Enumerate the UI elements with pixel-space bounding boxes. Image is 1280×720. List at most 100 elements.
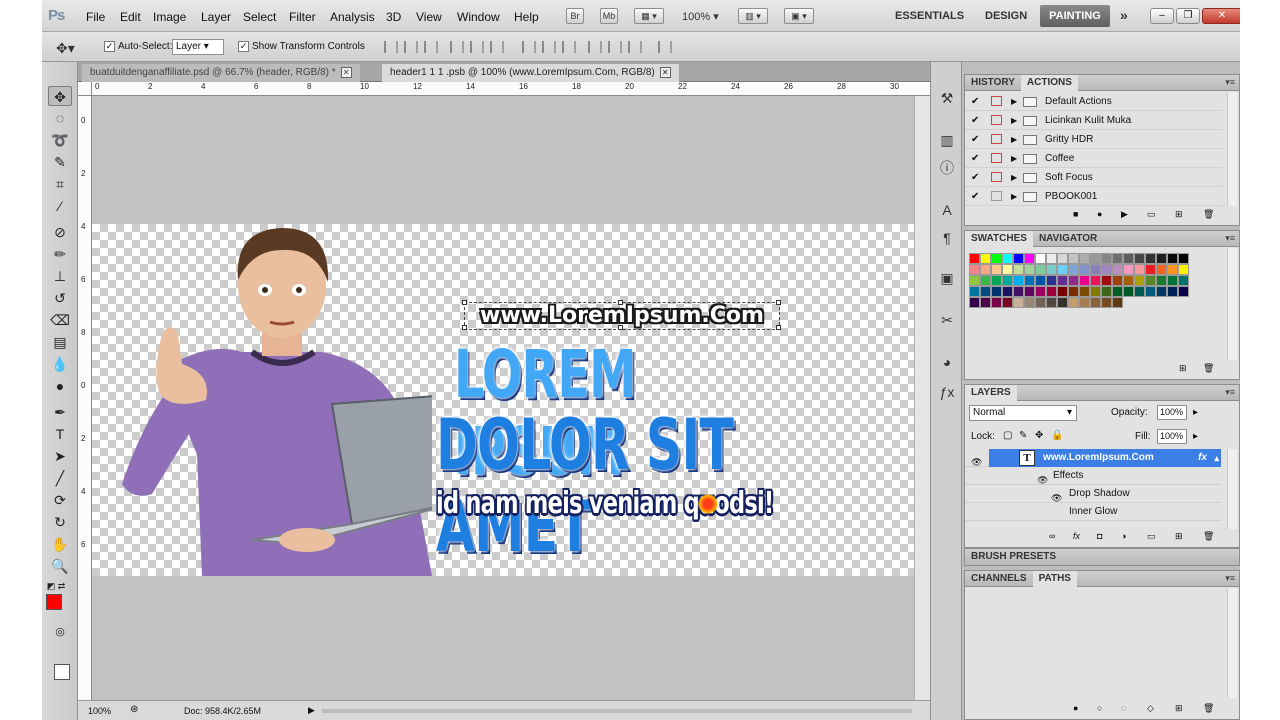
- color-swatch[interactable]: [991, 286, 1002, 297]
- color-swatch[interactable]: [1046, 264, 1057, 275]
- swatches-scrollbar[interactable]: [1227, 248, 1237, 360]
- color-swatch[interactable]: [1178, 253, 1189, 264]
- align-vcenter-icon[interactable]: [404, 41, 418, 53]
- color-swatch[interactable]: [1156, 253, 1167, 264]
- color-swatch[interactable]: [980, 253, 991, 264]
- distribute-vcenter-icon[interactable]: [542, 41, 556, 53]
- menu-help[interactable]: Help: [514, 10, 539, 24]
- ruler-top[interactable]: 0 2 4 6 8 10 12 14 16 18 20 22 24 26 28 …: [92, 82, 930, 96]
- panel-menu-icon[interactable]: ▾≡: [1225, 233, 1235, 244]
- add-mask-icon[interactable]: ◘: [1097, 531, 1102, 541]
- color-swatch[interactable]: [1101, 297, 1112, 308]
- path-select-tool-icon[interactable]: ➤: [48, 446, 72, 466]
- color-swatch[interactable]: [1057, 297, 1068, 308]
- color-swatch[interactable]: [1057, 275, 1068, 286]
- paths-scrollbar[interactable]: [1227, 588, 1237, 698]
- play-icon[interactable]: ▶: [1121, 209, 1128, 220]
- layer-effect-row[interactable]: 👁 Drop Shadow: [965, 485, 1221, 503]
- auto-align-icon[interactable]: [658, 41, 672, 53]
- new-set-icon[interactable]: ▭: [1147, 209, 1156, 220]
- dodge-tool-icon[interactable]: ●: [48, 376, 72, 396]
- mini-bridge-button[interactable]: Mb: [600, 8, 618, 24]
- menu-edit[interactable]: Edit: [120, 10, 141, 24]
- brush-tool-icon[interactable]: ✏: [48, 244, 72, 264]
- color-swatch[interactable]: [1178, 264, 1189, 275]
- color-swatch[interactable]: [1046, 286, 1057, 297]
- color-swatch[interactable]: [1145, 253, 1156, 264]
- color-swatch[interactable]: [1101, 286, 1112, 297]
- lock-pixels-icon[interactable]: ✎: [1019, 430, 1027, 441]
- color-swatch[interactable]: [980, 264, 991, 275]
- tab-history[interactable]: HISTORY: [965, 75, 1021, 91]
- lock-position-icon[interactable]: ✥: [1035, 430, 1043, 441]
- make-work-path-icon[interactable]: ◇: [1147, 703, 1154, 714]
- eraser-tool-icon[interactable]: ⌫: [48, 310, 72, 330]
- opacity-arrow-icon[interactable]: ▸: [1193, 407, 1198, 418]
- color-swatch[interactable]: [1035, 253, 1046, 264]
- bridge-button[interactable]: Br: [566, 8, 584, 24]
- default-colors-icon[interactable]: ◩ ⇄: [44, 576, 68, 596]
- ruler-corner[interactable]: [78, 82, 92, 96]
- fill-field[interactable]: 100%: [1157, 429, 1187, 444]
- color-swatch[interactable]: [1002, 286, 1013, 297]
- history-brush-icon[interactable]: ↺: [48, 288, 72, 308]
- selected-layer-highlight[interactable]: T www.LoremIpsum.Com fx ▴: [989, 449, 1221, 467]
- color-swatch[interactable]: [1035, 297, 1046, 308]
- distribute-top-icon[interactable]: [522, 41, 536, 53]
- collapse-effects-icon[interactable]: ▴: [1214, 449, 1219, 467]
- color-swatch[interactable]: [1013, 286, 1024, 297]
- panel-menu-icon[interactable]: ▾≡: [1225, 573, 1235, 584]
- delete-layer-icon[interactable]: 🗑: [1203, 531, 1214, 542]
- document-canvas[interactable]: www.LoremIpsum.Com LOREM IPSUM DOLOR SIT…: [92, 224, 914, 576]
- zoom-level-dropdown[interactable]: 100% ▾: [682, 10, 719, 23]
- record-icon[interactable]: ●: [1097, 209, 1102, 219]
- color-swatch[interactable]: [1013, 253, 1024, 264]
- menu-image[interactable]: Image: [153, 10, 186, 24]
- lock-transparency-icon[interactable]: ▢: [1003, 430, 1012, 441]
- color-swatch[interactable]: [1024, 253, 1035, 264]
- color-swatch[interactable]: [1046, 297, 1057, 308]
- delete-swatch-icon[interactable]: 🗑: [1203, 363, 1214, 374]
- delete-path-icon[interactable]: 🗑: [1203, 703, 1214, 714]
- color-swatch[interactable]: [1123, 264, 1134, 275]
- menu-select[interactable]: Select: [243, 10, 276, 24]
- align-left-icon[interactable]: [450, 41, 464, 53]
- canvas-area[interactable]: www.LoremIpsum.Com LOREM IPSUM DOLOR SIT…: [92, 96, 914, 700]
- menu-filter[interactable]: Filter: [289, 10, 316, 24]
- color-swatch[interactable]: [969, 253, 980, 264]
- status-arrow-icon[interactable]: ▶: [308, 705, 315, 716]
- paragraph-icon[interactable]: ¶: [937, 228, 957, 248]
- action-row[interactable]: ✔ ▶ PBOOK001: [965, 187, 1223, 206]
- color-swatch[interactable]: [1112, 286, 1123, 297]
- align-bottom-icon[interactable]: [424, 41, 438, 53]
- color-swatch[interactable]: [1079, 253, 1090, 264]
- color-swatch[interactable]: [991, 297, 1002, 308]
- color-swatch[interactable]: [1057, 253, 1068, 264]
- type-tool-icon[interactable]: T: [48, 424, 72, 444]
- status-menu-icon[interactable]: ⊛: [130, 704, 138, 715]
- zoom-tool-icon[interactable]: 🔍: [48, 556, 72, 576]
- new-path-icon[interactable]: ⊞: [1175, 703, 1183, 714]
- adjustment-layer-icon[interactable]: ◑: [1121, 531, 1126, 541]
- shape-tool-icon[interactable]: ╱: [48, 468, 72, 488]
- 3d-rotate-tool-icon[interactable]: ⟳: [48, 490, 72, 510]
- adjustments-icon[interactable]: ƒx: [937, 382, 957, 402]
- transform-handle[interactable]: [618, 325, 623, 330]
- color-swatch[interactable]: [1024, 275, 1035, 286]
- color-swatch[interactable]: [1035, 275, 1046, 286]
- lock-all-icon[interactable]: 🔒: [1051, 430, 1063, 441]
- color-swatch[interactable]: [1024, 297, 1035, 308]
- color-swatch[interactable]: [969, 286, 980, 297]
- new-layer-icon[interactable]: ⊞: [1175, 531, 1183, 542]
- actions-scrollbar[interactable]: [1227, 92, 1237, 206]
- new-swatch-icon[interactable]: ⊞: [1179, 363, 1187, 374]
- auto-select-dropdown[interactable]: Layer ▾: [172, 39, 224, 55]
- delete-icon[interactable]: 🗑: [1203, 209, 1214, 220]
- align-top-icon[interactable]: [384, 41, 398, 53]
- color-swatch[interactable]: [1013, 264, 1024, 275]
- opacity-field[interactable]: 100%: [1157, 405, 1187, 420]
- new-action-icon[interactable]: ⊞: [1175, 209, 1183, 220]
- quick-mask-icon[interactable]: ◎: [48, 622, 72, 642]
- workspace-painting[interactable]: PAINTING: [1040, 5, 1110, 27]
- color-swatch[interactable]: [1167, 264, 1178, 275]
